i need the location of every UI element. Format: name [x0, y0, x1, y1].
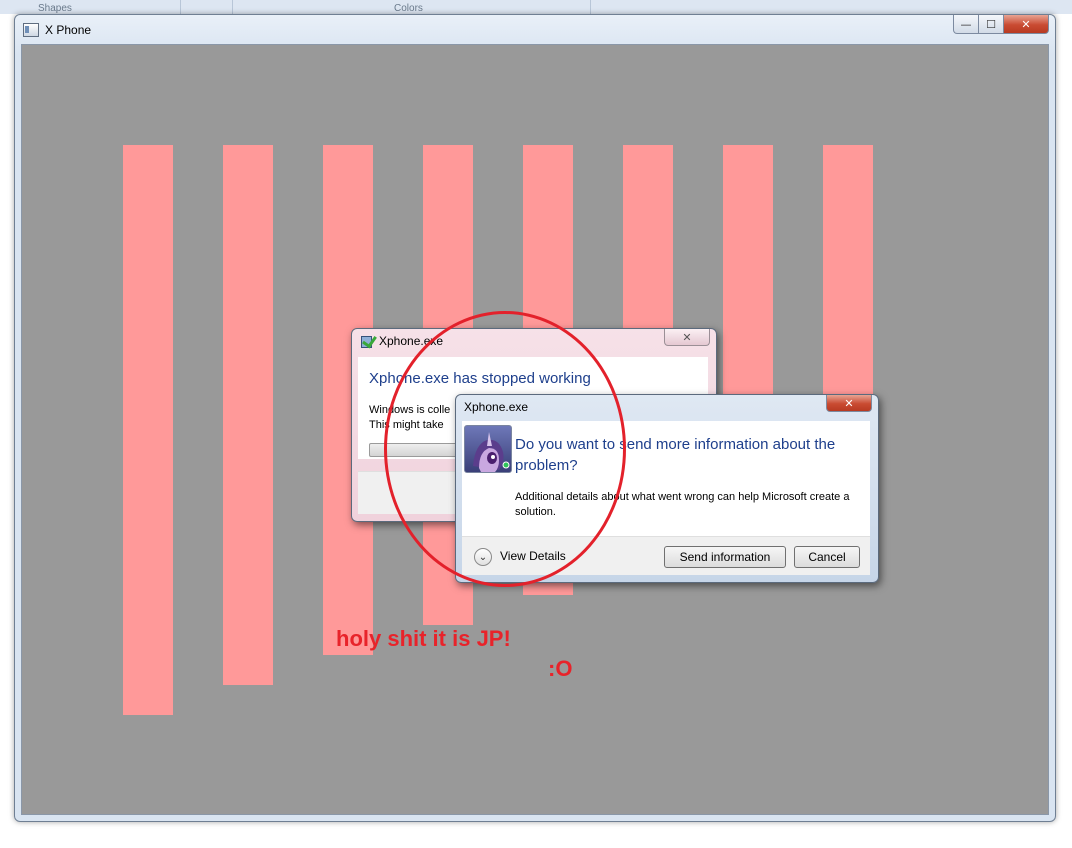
annotation-caption: holy shit it is JP! — [336, 626, 511, 651]
caption-buttons: — ☐ ✕ — [953, 15, 1049, 34]
maximize-button[interactable]: ☐ — [979, 15, 1004, 34]
ribbon-label-colors: Colors — [394, 3, 423, 14]
ribbon-label-shapes: Shapes — [38, 3, 72, 14]
annotation-face: :O — [548, 656, 573, 681]
pink-bar — [123, 145, 173, 715]
annotation-ellipse — [384, 311, 626, 587]
ribbon-separator — [590, 0, 591, 14]
send-information-button[interactable]: Send information — [664, 546, 786, 568]
close-button[interactable]: ✕ — [1004, 15, 1049, 34]
window-title-bar: X Phone — [23, 21, 91, 39]
app-window-icon — [23, 23, 39, 37]
ribbon-separator — [232, 0, 233, 14]
dialog-close-button[interactable]: ✕ — [664, 329, 710, 346]
background-ribbon: Shapes Colors — [0, 0, 1072, 14]
window-title: X Phone — [45, 23, 92, 37]
ribbon-separator — [180, 0, 181, 14]
xphone-app-icon — [360, 334, 374, 348]
minimize-button[interactable]: — — [953, 15, 979, 34]
cancel-button[interactable]: Cancel — [794, 546, 860, 568]
pink-bar — [223, 145, 273, 685]
dialog-close-button[interactable]: ✕ — [826, 395, 872, 412]
